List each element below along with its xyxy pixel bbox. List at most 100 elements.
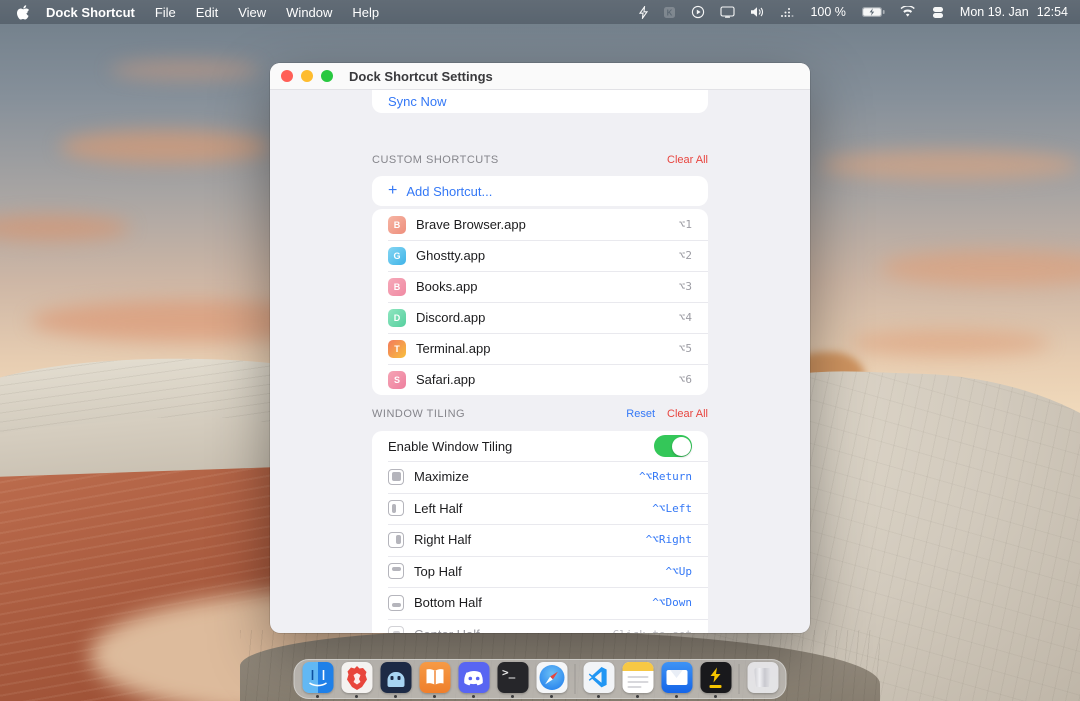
shortcut-value[interactable]: ^⌥Right xyxy=(646,533,692,546)
shortcut-value[interactable]: ^⌥Left xyxy=(652,502,692,515)
dock-item-terminal[interactable]: >_ xyxy=(497,660,529,698)
left-half-icon xyxy=(388,500,404,516)
books-app-icon: B xyxy=(388,278,406,296)
zoom-button[interactable] xyxy=(321,70,333,82)
maximize-icon xyxy=(388,469,404,485)
battery-percent: 100 % xyxy=(810,5,845,19)
dock-item-brave[interactable] xyxy=(341,660,373,698)
lightning-icon[interactable] xyxy=(639,6,648,19)
battery-icon[interactable] xyxy=(861,6,885,18)
window-titlebar[interactable]: Dock Shortcut Settings xyxy=(270,63,810,90)
dots-icon[interactable] xyxy=(780,7,795,18)
volume-icon[interactable] xyxy=(750,6,765,18)
terminal-icon: >_ xyxy=(497,662,528,693)
settings-scroll-area[interactable]: Sync Now CUSTOM SHORTCUTS Clear All + Ad… xyxy=(270,91,810,633)
cloud xyxy=(110,60,260,80)
shortcut-value[interactable]: ⌥2 xyxy=(679,249,692,262)
dock-separator xyxy=(739,664,740,694)
dock-shortcut-settings-window: Dock Shortcut Settings Sync Now CUSTOM S… xyxy=(270,63,810,633)
dock-item-notes[interactable] xyxy=(622,660,654,698)
shortcut-value[interactable]: ⌥6 xyxy=(679,373,692,386)
shortcut-row-brave[interactable]: B Brave Browser.app ⌥1 xyxy=(372,209,708,240)
shortcut-value[interactable]: ^⌥Up xyxy=(666,565,693,578)
dock-separator xyxy=(575,664,576,694)
enable-window-tiling-toggle[interactable] xyxy=(654,435,692,457)
cloud xyxy=(820,150,1080,180)
tiling-row-bottom-half[interactable]: Bottom Half ^⌥Down xyxy=(372,587,708,619)
safari-icon xyxy=(536,662,567,693)
toggle-knob xyxy=(672,437,691,456)
enable-window-tiling-row: Enable Window Tiling xyxy=(372,431,708,461)
apple-menu-icon[interactable] xyxy=(10,5,36,20)
shortcut-value[interactable]: ⌥5 xyxy=(679,342,692,355)
trash-icon xyxy=(747,662,778,693)
brave-app-icon: B xyxy=(388,216,406,234)
shortcut-row-books[interactable]: B Books.app ⌥3 xyxy=(372,271,708,302)
dock-item-safari[interactable] xyxy=(536,660,568,698)
menu-file[interactable]: File xyxy=(145,5,186,20)
tiling-row-right-half[interactable]: Right Half ^⌥Right xyxy=(372,524,708,556)
menu-window[interactable]: Window xyxy=(276,5,342,20)
shortcut-row-ghostty[interactable]: G Ghostty.app ⌥2 xyxy=(372,240,708,271)
tiling-row-center-half[interactable]: Center Half Click to set xyxy=(372,619,708,634)
window-tiling-list: Enable Window Tiling Maximize ^⌥Return L… xyxy=(372,431,708,633)
menu-bar: Dock Shortcut File Edit View Window Help… xyxy=(0,0,1080,24)
display-icon[interactable] xyxy=(720,6,735,18)
shortcut-row-discord[interactable]: D Discord.app ⌥4 xyxy=(372,302,708,333)
dock-item-trash[interactable] xyxy=(747,660,779,698)
menu-clock[interactable]: Mon 19. Jan 12:54 xyxy=(960,5,1068,19)
sync-now-button[interactable]: Sync Now xyxy=(388,94,447,109)
right-half-icon xyxy=(388,532,404,548)
dock-shortcut-icon xyxy=(700,662,731,693)
cloud xyxy=(850,330,1050,356)
menu-view[interactable]: View xyxy=(228,5,276,20)
clear-all-tiling-button[interactable]: Clear All xyxy=(667,408,708,420)
clear-all-custom-button[interactable]: Clear All xyxy=(667,154,708,166)
keka-icon[interactable]: K xyxy=(663,6,676,19)
cloud xyxy=(60,130,270,164)
shortcut-value[interactable]: ^⌥Down xyxy=(652,596,692,609)
window-title: Dock Shortcut Settings xyxy=(349,69,493,84)
shortcut-value[interactable]: ^⌥Return xyxy=(639,470,692,483)
shortcut-value[interactable]: ⌥1 xyxy=(679,218,692,231)
safari-app-icon: S xyxy=(388,371,406,389)
window-tiling-header: WINDOW TILING Reset Clear All xyxy=(372,406,708,422)
dock-item-vscode[interactable] xyxy=(583,660,615,698)
reset-tiling-button[interactable]: Reset xyxy=(626,408,655,420)
finder-icon xyxy=(302,662,333,693)
tiling-row-left-half[interactable]: Left Half ^⌥Left xyxy=(372,493,708,525)
shortcut-row-terminal[interactable]: T Terminal.app ⌥5 xyxy=(372,333,708,364)
books-icon xyxy=(419,662,450,693)
dock-item-dock-shortcut[interactable] xyxy=(700,660,732,698)
dock-item-discord[interactable] xyxy=(458,660,490,698)
terminal-app-icon: T xyxy=(388,340,406,358)
menu-edit[interactable]: Edit xyxy=(186,5,228,20)
dock-item-finder[interactable] xyxy=(302,660,334,698)
shortcut-value[interactable]: ⌥3 xyxy=(679,280,692,293)
menu-app-name[interactable]: Dock Shortcut xyxy=(36,5,145,20)
dock-item-mail[interactable] xyxy=(661,660,693,698)
wifi-icon[interactable] xyxy=(900,6,916,18)
brave-icon xyxy=(341,662,372,693)
dock-item-books[interactable] xyxy=(419,660,451,698)
ghostty-icon xyxy=(380,662,411,693)
shortcut-row-safari[interactable]: S Safari.app ⌥6 xyxy=(372,364,708,395)
ghostty-app-icon: G xyxy=(388,247,406,265)
add-shortcut-row[interactable]: + Add Shortcut... xyxy=(372,176,708,206)
notes-icon xyxy=(622,662,653,693)
tiling-row-top-half[interactable]: Top Half ^⌥Up xyxy=(372,556,708,588)
center-half-icon xyxy=(388,626,404,633)
shortcut-placeholder[interactable]: Click to set xyxy=(613,628,692,633)
playback-icon[interactable] xyxy=(691,5,705,19)
section-title: CUSTOM SHORTCUTS xyxy=(372,154,499,166)
close-button[interactable] xyxy=(281,70,293,82)
menu-help[interactable]: Help xyxy=(342,5,389,20)
tiling-row-maximize[interactable]: Maximize ^⌥Return xyxy=(372,461,708,493)
dock-item-ghostty[interactable] xyxy=(380,660,412,698)
stack-icon[interactable] xyxy=(931,6,945,19)
minimize-button[interactable] xyxy=(301,70,313,82)
discord-app-icon: D xyxy=(388,309,406,327)
clock-date: Mon 19. Jan xyxy=(960,5,1029,19)
shortcut-value[interactable]: ⌥4 xyxy=(679,311,692,324)
clock-time: 12:54 xyxy=(1037,5,1068,19)
